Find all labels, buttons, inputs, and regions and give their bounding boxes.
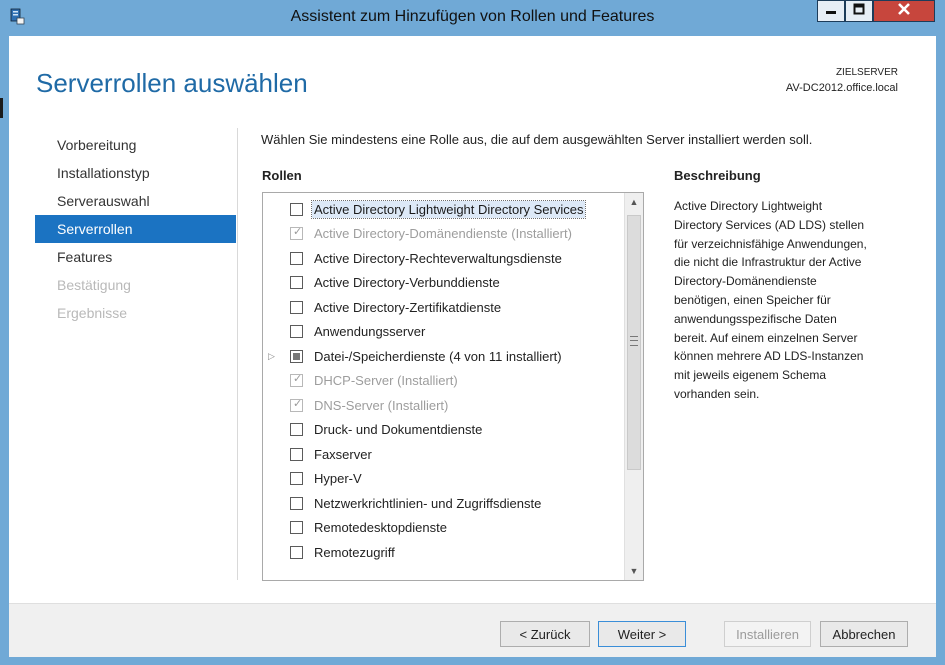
role-checkbox[interactable]	[290, 276, 303, 289]
role-label: Druck- und Dokumentdienste	[314, 422, 483, 437]
role-checkbox: ✓	[290, 397, 303, 412]
chevron-up-icon[interactable]: ▲	[625, 193, 643, 211]
role-checkbox[interactable]	[290, 300, 303, 314]
wizard-footer: < Zurück Weiter > Installieren Abbrechen	[9, 603, 936, 657]
roles-heading: Rollen	[262, 168, 302, 183]
description-line: mit jeweils eigenem Schema	[674, 368, 827, 383]
scrollbar-thumb[interactable]	[627, 215, 641, 470]
title-bar[interactable]: Assistent zum Hinzufügen von Rollen und …	[0, 0, 945, 36]
back-button[interactable]: < Zurück	[500, 621, 590, 647]
description-line: für verzeichnisfähige Anwendungen,	[674, 236, 867, 251]
chevron-down-icon[interactable]: ▼	[625, 562, 643, 580]
role-row[interactable]: ▷ Datei-/Speicherdienste (4 von 11 insta…	[263, 344, 623, 368]
maximize-button[interactable]	[845, 0, 873, 22]
minimize-icon	[825, 2, 837, 20]
role-row[interactable]: Faxserver	[263, 442, 623, 466]
description-line: vorhanden sein.	[674, 386, 760, 401]
role-checkbox[interactable]	[290, 472, 303, 485]
role-label: Faxserver	[314, 446, 372, 462]
minimize-button[interactable]	[817, 0, 845, 22]
role-checkbox[interactable]	[290, 496, 303, 510]
description-line: können mehrere AD LDS-Instanzen	[674, 349, 864, 364]
page-title: Serverrollen auswählen	[36, 68, 308, 98]
role-label: Remotedesktopdienste	[314, 520, 447, 535]
roles-list[interactable]: Active Directory Lightweight Directory S…	[262, 192, 644, 581]
checkmark-icon: ✓	[293, 397, 303, 410]
target-server-label: ZIELSERVER	[835, 67, 898, 78]
window-title: Assistent zum Hinzufügen von Rollen und …	[290, 8, 655, 25]
nav-item-bestaetigung: Bestätigung	[57, 277, 131, 293]
checkmark-icon: ✓	[293, 226, 303, 238]
role-row[interactable]: Active Directory-Rechteverwaltungsdienst…	[263, 246, 623, 270]
role-label: Hyper-V	[314, 471, 362, 486]
role-checkbox[interactable]	[290, 349, 303, 363]
role-checkbox[interactable]	[290, 447, 303, 461]
role-label: Active Directory-Rechteverwaltungsdienst…	[314, 250, 562, 266]
role-row[interactable]: Druck- und Dokumentdienste	[263, 418, 623, 442]
role-label: DNS-Server (Installiert)	[314, 397, 449, 413]
description-line: anwendungsspezifische Daten	[674, 311, 837, 326]
role-checkbox: ✓	[290, 373, 303, 387]
description-line: bereit. Auf einem einzelnen Server	[674, 330, 858, 345]
next-button[interactable]: Weiter >	[598, 621, 686, 647]
maximize-icon	[853, 2, 865, 20]
close-icon	[897, 2, 911, 21]
instruction-text: Wählen Sie mindestens eine Rolle aus, di…	[261, 132, 813, 147]
role-label: Active Directory Lightweight Directory S…	[310, 199, 587, 219]
role-label: Datei-/Speicherdienste (4 von 11 install…	[314, 348, 562, 364]
close-button[interactable]	[873, 0, 935, 22]
nav-item-vorbereitung[interactable]: Vorbereitung	[35, 131, 236, 159]
description-text: Active Directory Lightweight Directory S…	[674, 197, 904, 404]
role-label: Active Directory-Verbunddienste	[314, 275, 500, 290]
role-checkbox[interactable]	[290, 521, 303, 534]
nav-item-features[interactable]: Features	[35, 243, 236, 271]
install-button: Installieren	[724, 621, 811, 647]
role-checkbox[interactable]	[290, 423, 303, 436]
role-row[interactable]: Anwendungsserver	[263, 320, 623, 344]
role-row[interactable]: Active Directory-Verbunddienste	[263, 271, 623, 295]
role-label: Anwendungsserver	[314, 324, 426, 339]
role-checkbox[interactable]	[290, 202, 303, 216]
nav-item-serverrollen[interactable]: Serverrollen	[35, 215, 236, 243]
role-label: Active Directory-Domänendienste (Install…	[314, 226, 572, 241]
nav-divider	[237, 128, 238, 580]
nav-item-ergebnisse: Ergebnisse	[57, 305, 128, 321]
role-row[interactable]: Hyper-V	[263, 467, 623, 491]
role-row: ✓ DHCP-Server (Installiert)	[263, 369, 623, 393]
description-line: Directory-Domänendienste	[674, 274, 817, 289]
nav-item-installationstyp[interactable]: Installationstyp	[35, 159, 236, 187]
wizard-navigation: Vorbereitung Installationstyp Serverausw…	[35, 131, 236, 327]
role-label: Netzwerkrichtlinien- und Zugriffsdienste	[314, 495, 542, 511]
nav-item-serverauswahl[interactable]: Serverauswahl	[35, 187, 236, 215]
wizard-content: Serverrollen auswählen ZIELSERVER AV-DC2…	[9, 36, 936, 657]
description-line: Active Directory Lightweight	[674, 199, 823, 213]
wizard-window: Assistent zum Hinzufügen von Rollen und …	[0, 0, 945, 665]
description-line: Directory Services (AD LDS) stellen	[674, 217, 865, 232]
checkmark-icon: ✓	[293, 373, 303, 385]
role-row: ✓ DNS-Server (Installiert)	[263, 393, 623, 417]
partial-check-icon	[293, 352, 300, 360]
role-checkbox: ✓	[290, 226, 303, 240]
role-row[interactable]: Active Directory Lightweight Directory S…	[263, 197, 623, 221]
role-row[interactable]: Remotezugriff	[263, 540, 623, 564]
role-checkbox[interactable]	[290, 251, 303, 265]
role-row: ✓ Active Directory-Domänendienste (Insta…	[263, 222, 623, 246]
role-checkbox[interactable]	[290, 325, 303, 338]
target-server-value: AV-DC2012.office.local	[785, 82, 898, 94]
roles-scrollbar[interactable]: ▲ ▼	[624, 193, 643, 580]
cancel-button[interactable]: Abbrechen	[820, 621, 908, 647]
role-label: Active Directory-Zertifikatdienste	[314, 299, 502, 315]
description-line: benötigen, einen Speicher für	[674, 292, 831, 307]
chevron-right-icon[interactable]: ▷	[268, 351, 278, 361]
description-line: die nicht die Infrastruktur der Active	[674, 255, 862, 270]
grip-icon	[630, 336, 638, 346]
role-row[interactable]: Active Directory-Zertifikatdienste	[263, 295, 623, 319]
role-checkbox[interactable]	[290, 545, 303, 559]
background-edge	[0, 98, 3, 118]
role-row[interactable]: Netzwerkrichtlinien- und Zugriffsdienste	[263, 491, 623, 515]
role-row[interactable]: Remotedesktopdienste	[263, 516, 623, 540]
role-label: Remotezugriff	[314, 544, 395, 560]
description-heading: Beschreibung	[674, 168, 761, 183]
role-label: DHCP-Server (Installiert)	[314, 373, 458, 388]
